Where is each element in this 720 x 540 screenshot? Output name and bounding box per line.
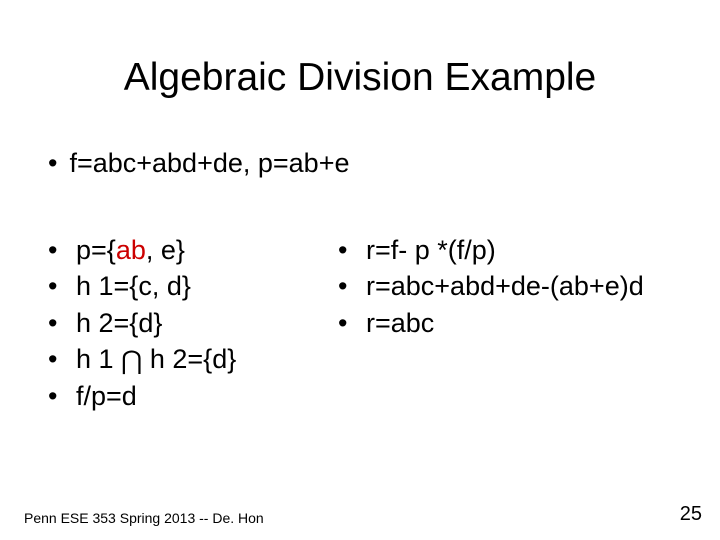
- bullet-dot: •: [48, 341, 76, 377]
- item-text: p={ab, e}: [76, 232, 185, 268]
- text-post: h 2={d}: [142, 344, 236, 374]
- bullet-dot: •: [48, 378, 76, 414]
- bullet-dot: •: [48, 232, 76, 268]
- item-text: h 1 ⋂ h 2={d}: [76, 341, 236, 377]
- ab-highlight: ab: [116, 235, 146, 265]
- intro-line: • f=abc+abd+de, p=ab+e: [48, 148, 349, 179]
- columns: • p={ab, e} • h 1={c, d} • h 2={d} • h 1…: [48, 232, 700, 414]
- footer-text: Penn ESE 353 Spring 2013 -- De. Hon: [24, 510, 264, 526]
- list-item: • h 2={d}: [48, 305, 338, 341]
- item-text: f/p=d: [76, 378, 137, 414]
- left-column: • p={ab, e} • h 1={c, d} • h 2={d} • h 1…: [48, 232, 338, 414]
- list-item: • p={ab, e}: [48, 232, 338, 268]
- text-pre: h 1: [76, 344, 121, 374]
- text-post: , e}: [146, 235, 185, 265]
- list-item: • r=f- p *(f/p): [338, 232, 700, 268]
- intro-text: f=abc+abd+de, p=ab+e: [69, 148, 349, 178]
- right-column: • r=f- p *(f/p) • r=abc+abd+de-(ab+e)d •…: [338, 232, 700, 414]
- list-item: • f/p=d: [48, 378, 338, 414]
- intersect-icon: ⋂: [121, 347, 142, 373]
- list-item: • r=abc+abd+de-(ab+e)d: [338, 268, 700, 304]
- item-text: r=abc: [366, 305, 434, 341]
- item-text: h 2={d}: [76, 305, 162, 341]
- item-text: r=abc+abd+de-(ab+e)d: [366, 268, 644, 304]
- list-item: • r=abc: [338, 305, 700, 341]
- text-pre: p={: [76, 235, 116, 265]
- item-text: h 1={c, d}: [76, 268, 191, 304]
- bullet-dot: •: [338, 305, 366, 341]
- bullet-dot: •: [48, 148, 57, 178]
- bullet-dot: •: [338, 232, 366, 268]
- list-item: • h 1={c, d}: [48, 268, 338, 304]
- item-text: r=f- p *(f/p): [366, 232, 496, 268]
- bullet-dot: •: [48, 305, 76, 341]
- bullet-dot: •: [338, 268, 366, 304]
- slide: Algebraic Division Example • f=abc+abd+de…: [0, 0, 720, 540]
- bullet-dot: •: [48, 268, 76, 304]
- page-number: 25: [680, 503, 702, 526]
- list-item: • h 1 ⋂ h 2={d}: [48, 341, 338, 377]
- slide-title: Algebraic Division Example: [0, 56, 720, 100]
